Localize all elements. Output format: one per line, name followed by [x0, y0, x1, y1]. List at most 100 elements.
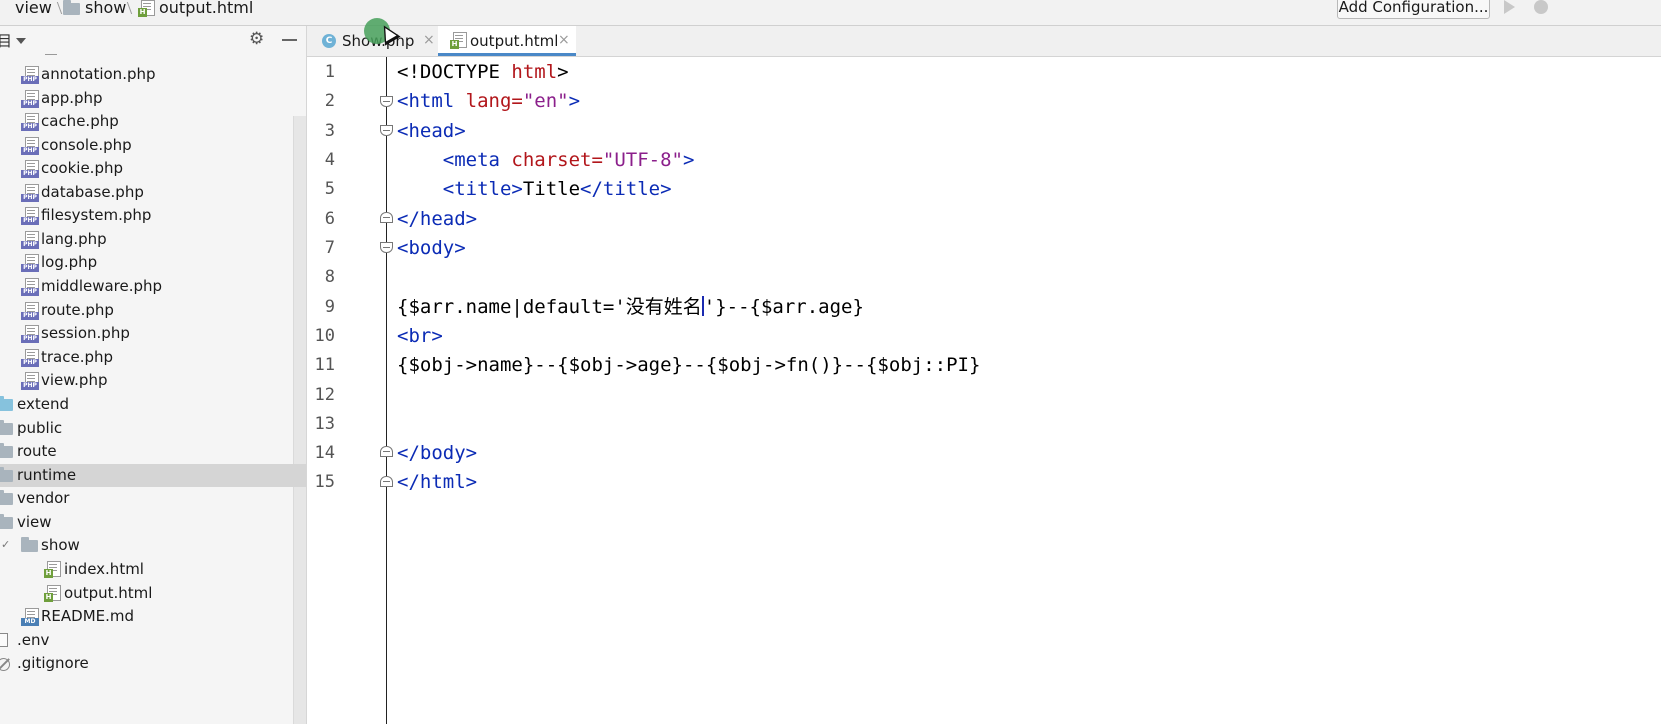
- line-number: 6: [324, 209, 335, 229]
- sidebar-title[interactable]: 目: [0, 30, 12, 51]
- folder-icon: [0, 490, 13, 505]
- code-token: charset=: [511, 149, 603, 171]
- chevron-down-icon[interactable]: ✓: [1, 539, 10, 550]
- tree-item-file-env[interactable]: .env: [0, 629, 293, 652]
- tree-item-file[interactable]: PHP cache.php: [0, 110, 293, 133]
- fold-icon[interactable]: [380, 446, 393, 459]
- code-line[interactable]: <html lang="en">: [397, 89, 580, 113]
- tree-item-folder-vendor[interactable]: vendor: [0, 487, 293, 510]
- code-editor[interactable]: C Show.php × H output.html × 1 2 3 4 5 6…: [307, 26, 1661, 724]
- php-class-icon: C: [322, 34, 336, 48]
- code-line[interactable]: {$obj->name}--{$obj->age}--{$obj->fn()}-…: [397, 353, 980, 377]
- tree-item-file[interactable]: PHP filesystem.php: [0, 204, 293, 227]
- code-token: "UTF-8": [602, 149, 683, 171]
- ignore-file-icon: [0, 658, 10, 671]
- run-icon[interactable]: [1504, 0, 1515, 14]
- tree-item-file[interactable]: PHP view.php: [0, 369, 293, 392]
- line-number: 11: [314, 355, 335, 375]
- line-number: 1: [324, 62, 335, 82]
- code-token: html: [511, 61, 558, 83]
- breadcrumb-output-html[interactable]: output.html: [159, 0, 253, 20]
- php-file-icon: PHP: [21, 113, 39, 131]
- tree-item-file[interactable]: PHP console.php: [0, 134, 293, 157]
- tree-item-folder-route[interactable]: route: [0, 440, 293, 463]
- tree-item-file-index-html[interactable]: H index.html: [0, 558, 293, 581]
- tree-item-file[interactable]: PHP annotation.php: [0, 63, 293, 86]
- tree-item-file-output-html[interactable]: H output.html: [0, 582, 293, 605]
- html-file-icon: H: [138, 0, 155, 17]
- scrollbar[interactable]: [293, 116, 306, 724]
- fold-icon[interactable]: [380, 125, 393, 138]
- line-number: 5: [324, 179, 335, 199]
- tree-item-file[interactable]: PHP route.php: [0, 299, 293, 322]
- code-token: "en": [522, 90, 569, 112]
- file-label: database.php: [41, 183, 144, 201]
- tab-output-html[interactable]: H output.html ×: [438, 26, 576, 56]
- code-line[interactable]: <meta charset="UTF-8">: [397, 148, 695, 172]
- php-file-icon: PHP: [21, 66, 39, 84]
- tree-item-file[interactable]: PHP database.php: [0, 181, 293, 204]
- tree-item-folder-extend[interactable]: extend: [0, 393, 293, 416]
- file-label: trace.php: [41, 348, 114, 366]
- code-line[interactable]: </head>: [397, 207, 477, 231]
- php-file-icon: PHP: [21, 231, 39, 249]
- tree-item-file[interactable]: PHP trace.php: [0, 346, 293, 369]
- fold-icon[interactable]: [380, 96, 393, 109]
- tree-item-file[interactable]: PHP middleware.php: [0, 275, 293, 298]
- folder-label: vendor: [17, 489, 70, 507]
- file-label: lang.php: [41, 230, 107, 248]
- chevron-down-icon[interactable]: [16, 38, 26, 44]
- tree-item-file[interactable]: PHP lang.php: [0, 228, 293, 251]
- line-number: 14: [314, 443, 335, 463]
- code-line[interactable]: <title>Title</title>: [397, 177, 672, 201]
- add-configuration-button[interactable]: Add Configuration...: [1337, 0, 1490, 19]
- fold-icon[interactable]: [380, 242, 393, 255]
- gear-icon[interactable]: ⚙: [249, 30, 264, 48]
- line-number: 3: [324, 121, 335, 141]
- tree-item-folder-runtime[interactable]: runtime: [0, 464, 306, 487]
- minimize-icon[interactable]: [282, 39, 297, 41]
- debug-icon[interactable]: [1534, 0, 1548, 14]
- php-file-icon: PHP: [21, 372, 39, 390]
- code-line[interactable]: <br>: [397, 324, 443, 348]
- code-line[interactable]: <body>: [397, 236, 466, 260]
- tree-item-file-readme[interactable]: MD README.md: [0, 605, 293, 628]
- tree-item-file[interactable]: PHP cookie.php: [0, 157, 293, 180]
- breadcrumb-view[interactable]: view: [15, 0, 52, 20]
- tree-item-folder-public[interactable]: public: [0, 417, 293, 440]
- fold-icon[interactable]: [380, 212, 393, 225]
- tree-item-file-gitignore[interactable]: .gitignore: [0, 652, 293, 675]
- folder-label: route: [17, 442, 57, 460]
- code-line[interactable]: {$arr.name|default='没有姓名 '}--{$arr.age}: [397, 295, 864, 319]
- code-line[interactable]: </html>: [397, 470, 477, 494]
- code-line[interactable]: <!DOCTYPE html>: [397, 60, 569, 84]
- tree-item-folder-view[interactable]: view: [0, 511, 293, 534]
- file-label: view.php: [41, 371, 108, 389]
- markdown-file-icon: MD: [21, 608, 39, 626]
- tree-item-file[interactable]: PHP app.php: [0, 87, 293, 110]
- php-file-icon: PHP: [21, 207, 39, 225]
- line-number: 12: [314, 385, 335, 405]
- close-icon[interactable]: ×: [558, 32, 570, 48]
- code-line[interactable]: </body>: [397, 441, 477, 465]
- php-file-icon: PHP: [21, 184, 39, 202]
- tree-item-file[interactable]: PHP log.php: [0, 251, 293, 274]
- php-file-icon: PHP: [21, 302, 39, 320]
- file-label: annotation.php: [41, 65, 156, 83]
- file-label: index.html: [64, 560, 144, 578]
- line-number: 8: [324, 267, 335, 287]
- tree-item-file[interactable]: PHP session.php: [0, 322, 293, 345]
- html-file-icon: H: [44, 585, 61, 602]
- fold-icon[interactable]: [380, 476, 393, 489]
- editor-tab-bar: C Show.php × H output.html ×: [307, 26, 1661, 57]
- code-token: </body>: [397, 442, 478, 464]
- code-token: </html>: [397, 471, 478, 493]
- tree-item-folder-show[interactable]: ✓ show: [0, 534, 293, 557]
- file-label: route.php: [41, 301, 114, 319]
- file-label: README.md: [41, 607, 135, 625]
- file-label: middleware.php: [41, 277, 163, 295]
- code-line[interactable]: <head>: [397, 119, 466, 143]
- close-icon[interactable]: ×: [423, 32, 435, 48]
- file-icon: [0, 633, 8, 647]
- php-file-icon: PHP: [21, 254, 39, 272]
